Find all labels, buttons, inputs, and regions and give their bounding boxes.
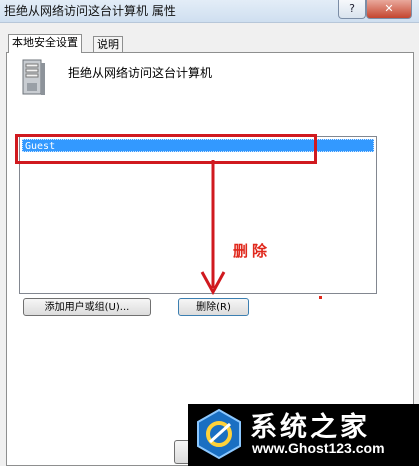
ok-button[interactable] — [174, 440, 189, 464]
window-title: 拒绝从网络访问这台计算机 属性 — [4, 4, 176, 18]
title-bar: 拒绝从网络访问这台计算机 属性 ? ✕ — [0, 0, 419, 23]
tab-explain[interactable]: 说明 — [93, 36, 123, 53]
help-button[interactable]: ? — [338, 0, 366, 19]
highlight-rectangle — [15, 134, 317, 164]
watermark-brand: 系统之家 — [250, 412, 370, 443]
delete-annotation-label: 删除 — [233, 242, 272, 260]
properties-dialog: 拒绝从网络访问这台计算机 属性 ? ✕ 本地安全设置 说明 拒绝从网络访问这台计… — [0, 0, 419, 466]
policy-name: 拒绝从网络访问这台计算机 — [68, 66, 213, 80]
down-arrow-annotation — [200, 160, 226, 296]
tab-local-security-setting[interactable]: 本地安全设置 — [8, 34, 82, 53]
watermark-url: www.Ghost123.com — [252, 440, 385, 456]
red-dot-mark — [319, 296, 322, 299]
remove-button[interactable]: 删除(R) — [178, 298, 249, 316]
brand-logo-icon — [197, 408, 241, 460]
add-user-or-group-button[interactable]: 添加用户或组(U)... — [23, 298, 151, 316]
server-icon — [22, 59, 45, 95]
close-button[interactable]: ✕ — [366, 0, 412, 19]
